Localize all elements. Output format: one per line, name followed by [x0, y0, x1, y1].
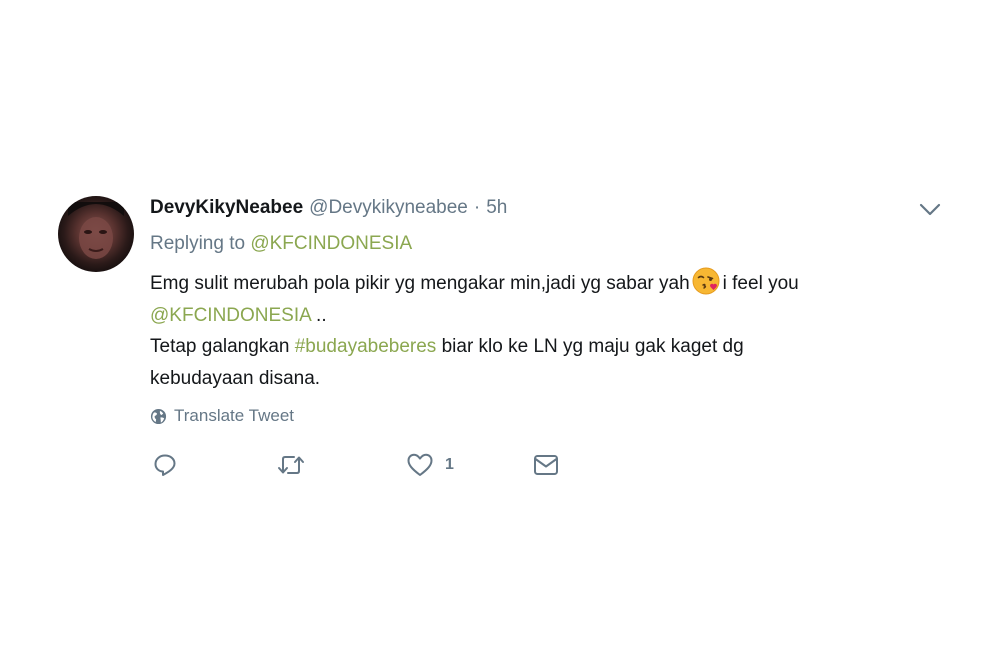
tweet-text-segment: i feel you: [722, 273, 799, 294]
tweet-text-line-1: Emg sulit merubah pola pikir yg mengakar…: [150, 267, 930, 300]
tweet-hashtag[interactable]: #budayabeberes: [295, 336, 437, 357]
chevron-down-icon[interactable]: [918, 199, 942, 219]
tweet-text-segment: kebudayaan disana.: [150, 367, 321, 389]
tweet-mention[interactable]: @KFCINDONESIA: [150, 305, 311, 326]
tweet-text-line-2: @KFCINDONESIA ..: [150, 300, 930, 332]
tweet-header: DevyKikyNeabee @Devykikyneabee · 5h: [150, 196, 507, 220]
globe-icon: [150, 408, 167, 424]
face-blowing-kiss-icon: [692, 267, 720, 295]
direct-message-button[interactable]: [532, 450, 560, 480]
replying-to-mention[interactable]: @KFCINDONESIA: [250, 233, 412, 254]
like-button[interactable]: 1: [406, 450, 454, 480]
translate-tweet-label: Translate Tweet: [174, 406, 295, 425]
retweet-icon: [278, 456, 304, 474]
translate-tweet-link[interactable]: Translate Tweet: [150, 404, 294, 428]
replying-to-label: Replying to: [150, 233, 246, 254]
tweet-text-line-4: kebudayaan disana.: [150, 363, 930, 395]
retweet-button[interactable]: [276, 450, 306, 480]
avatar-photo: [68, 202, 124, 259]
user-handle[interactable]: @Devykikyneabee: [309, 196, 468, 220]
tweet-text-segment: ..: [310, 304, 327, 326]
envelope-icon: [534, 455, 558, 475]
replying-to: Replying to @KFCINDONESIA: [150, 232, 412, 256]
separator-dot: ·: [473, 197, 481, 218]
tweet: DevyKikyNeabee @Devykikyneabee · 5h Repl…: [0, 0, 1000, 667]
reply-button[interactable]: [152, 450, 178, 480]
reply-icon: [154, 454, 176, 476]
tweet-text-line-3: Tetap galangkan #budayabeberes biar klo …: [150, 331, 930, 363]
avatar[interactable]: [58, 196, 134, 272]
tweet-text-segment: Emg sulit merubah pola pikir yg mengakar…: [150, 273, 690, 294]
display-name[interactable]: DevyKikyNeabee: [150, 196, 303, 220]
timestamp[interactable]: 5h: [486, 196, 507, 220]
tweet-text-segment: biar klo ke LN yg maju gak kaget dg: [436, 336, 744, 357]
like-count: 1: [445, 456, 454, 473]
heart-icon: [407, 453, 433, 476]
tweet-text: Emg sulit merubah pola pikir yg mengakar…: [150, 267, 930, 394]
tweet-text-segment: Tetap galangkan: [150, 336, 295, 357]
